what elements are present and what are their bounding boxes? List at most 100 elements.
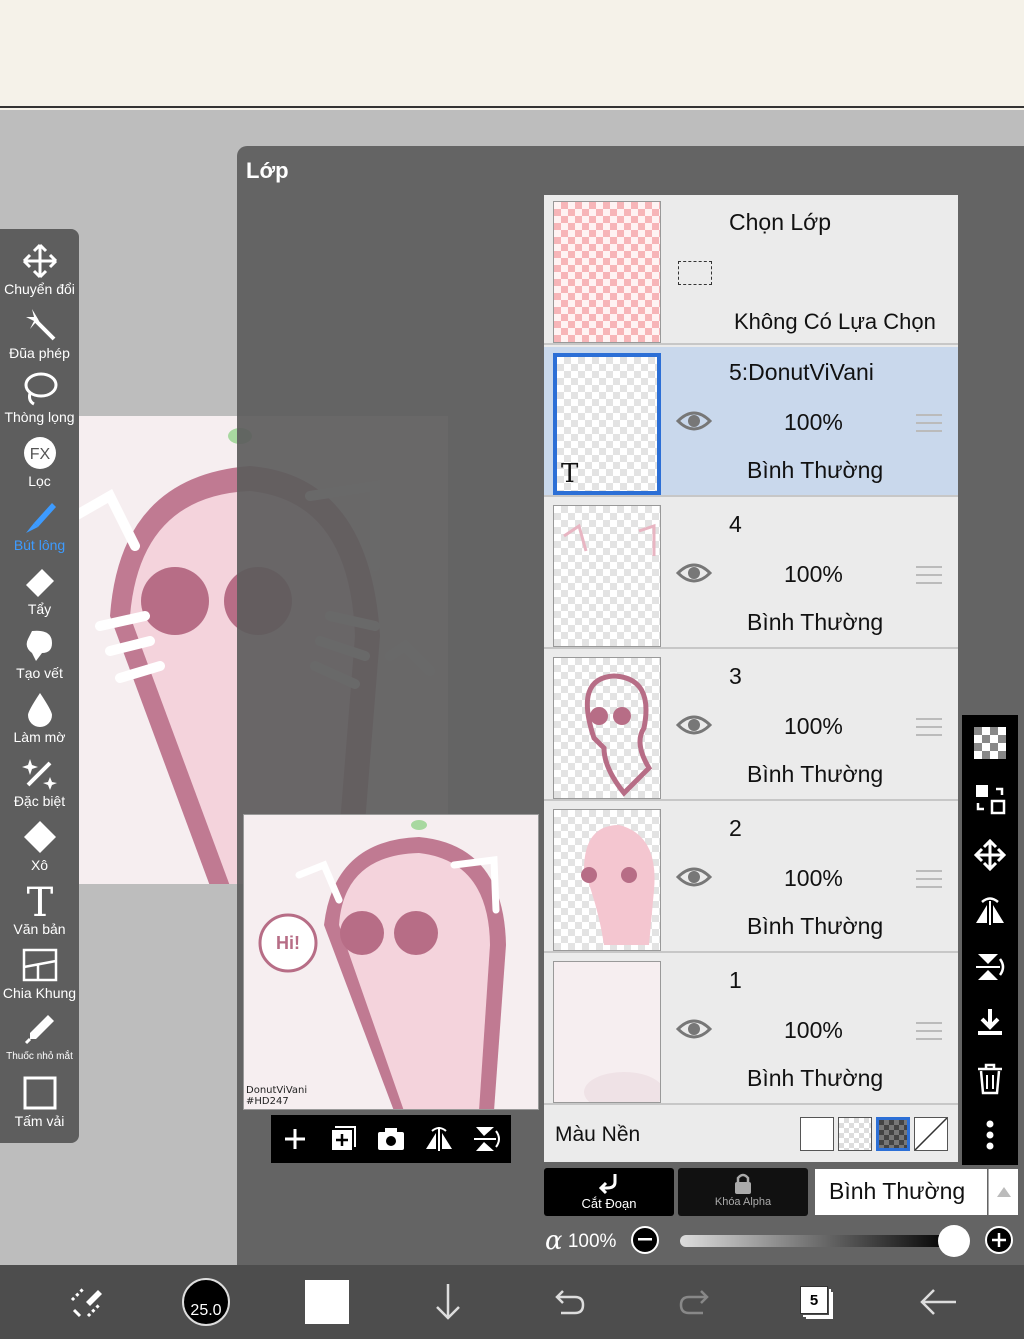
tool-eraser[interactable]: Tẩy: [0, 557, 79, 621]
drag-handle-icon[interactable]: [916, 1021, 942, 1041]
duplicate-layer-button[interactable]: [319, 1115, 367, 1163]
tool-lasso[interactable]: Thòng lọng: [0, 365, 79, 429]
tool-smudge[interactable]: Tạo vết: [0, 621, 79, 685]
tool-bucket[interactable]: Xô: [0, 813, 79, 877]
camera-button[interactable]: [367, 1115, 415, 1163]
layer-name: 5:DonutViVani: [729, 359, 874, 385]
layer-row[interactable]: 3 100% Bình Thường: [544, 651, 958, 801]
layer-thumbnail: [553, 961, 661, 1103]
alpha-slider[interactable]: [680, 1235, 952, 1247]
arrow-down-icon: [436, 1284, 460, 1320]
selection-layer-title: Chọn Lớp: [729, 209, 832, 235]
flip-vertical-icon: [474, 1127, 500, 1151]
tool-magic-wand[interactable]: Đũa phép: [0, 301, 79, 365]
brush-size-button[interactable]: 25.0: [178, 1265, 234, 1339]
eye-icon[interactable]: [676, 713, 712, 737]
tool-transform[interactable]: Chuyển đổi: [0, 237, 79, 301]
bg-light-check-swatch[interactable]: [838, 1117, 872, 1151]
selection-transform-icon: [70, 1286, 102, 1318]
alpha-slider-handle[interactable]: [938, 1225, 970, 1257]
blend-mode-dropdown-arrow[interactable]: [988, 1169, 1018, 1215]
tool-text[interactable]: T Văn bản: [0, 877, 79, 941]
alpha-decrease-button[interactable]: [631, 1226, 659, 1254]
import-button[interactable]: [428, 1265, 468, 1339]
eye-icon[interactable]: [676, 561, 712, 585]
add-layer-button[interactable]: [271, 1115, 319, 1163]
tool-eyedropper[interactable]: Thuốc nhỏ mắt: [0, 1005, 79, 1069]
alpha-symbol: α: [545, 1226, 563, 1256]
move-layer-button[interactable]: [962, 827, 1018, 883]
redo-button[interactable]: [674, 1265, 714, 1339]
tool-blur[interactable]: Làm mờ: [0, 685, 79, 749]
layer-row[interactable]: 2 100% Bình Thường: [544, 803, 958, 953]
flip-vertical-icon: [976, 954, 1005, 980]
brush-size-indicator: 25.0: [182, 1278, 230, 1326]
blend-mode-select[interactable]: Bình Thường: [815, 1169, 987, 1215]
transparency-button[interactable]: [962, 715, 1018, 771]
layer-row[interactable]: 4 100% Bình Thường: [544, 499, 958, 649]
drag-handle-icon[interactable]: [916, 717, 942, 737]
transform-toggle-button[interactable]: [58, 1265, 114, 1339]
blur-icon: [27, 693, 52, 727]
undo-button[interactable]: [550, 1265, 590, 1339]
background-label: Màu Nền: [555, 1123, 641, 1146]
layer-row[interactable]: 1 100% Bình Thường: [544, 955, 958, 1105]
eye-icon[interactable]: [676, 865, 712, 889]
merge-down-icon: [978, 1009, 1002, 1035]
drag-handle-icon[interactable]: [916, 565, 942, 585]
layers-list: Chọn Lớp Không Có Lựa Chọn T 5:DonutViVa…: [544, 195, 958, 1162]
bg-none-swatch[interactable]: [914, 1117, 948, 1151]
eye-icon[interactable]: [676, 409, 712, 433]
tool-canvas[interactable]: Tấm vải: [0, 1069, 79, 1133]
add-copy-icon: [332, 1126, 356, 1150]
layer-thumbnail: T: [553, 353, 661, 495]
alpha-increase-button[interactable]: [985, 1226, 1013, 1254]
background-color-row: Màu Nền: [544, 1107, 958, 1162]
flip-layer-horizontal-button[interactable]: [962, 883, 1018, 939]
flip-layer-vertical-button[interactable]: [962, 939, 1018, 995]
layer-blend-mode: Bình Thường: [747, 457, 884, 483]
flip-horizontal-button[interactable]: [415, 1115, 463, 1163]
minus-icon: [638, 1238, 652, 1241]
layer-blend-mode: Bình Thường: [747, 609, 884, 635]
layer-row[interactable]: T 5:DonutViVani 100% Bình Thường: [544, 347, 958, 497]
arrow-left-icon: [920, 1289, 956, 1315]
drag-handle-icon[interactable]: [916, 869, 942, 889]
drag-handle-icon[interactable]: [916, 413, 942, 433]
tool-label: Thòng lọng: [4, 409, 75, 425]
layers-button[interactable]: 5: [796, 1265, 836, 1339]
tool-label: Văn bản: [13, 921, 66, 937]
current-color-swatch: [305, 1280, 349, 1324]
merge-down-button[interactable]: [962, 995, 1018, 1051]
bg-white-swatch[interactable]: [800, 1117, 834, 1151]
plus-icon: [285, 1129, 305, 1149]
tool-special[interactable]: Đặc biệt: [0, 749, 79, 813]
top-bar: [0, 0, 1024, 108]
back-button[interactable]: [916, 1265, 960, 1339]
tool-filter[interactable]: FX Lọc: [0, 429, 79, 493]
checkerboard-icon: [974, 727, 1006, 759]
delete-layer-button[interactable]: [962, 1051, 1018, 1107]
flip-vertical-button[interactable]: [463, 1115, 511, 1163]
alpha-lock-button[interactable]: Khóa Alpha: [678, 1168, 808, 1216]
canvas-preview[interactable]: Hi! DonutViVani #HD247: [243, 814, 539, 1110]
selection-layer-row[interactable]: Chọn Lớp Không Có Lựa Chọn: [544, 195, 958, 345]
eye-icon[interactable]: [676, 1017, 712, 1041]
layer-blend-mode: Bình Thường: [747, 913, 884, 939]
brush-icon: [25, 503, 56, 533]
move-icon: [22, 243, 57, 279]
more-options-button[interactable]: [962, 1107, 1018, 1163]
frame-divider-icon: [22, 948, 57, 982]
tool-frame-divider[interactable]: Chia Khung: [0, 941, 79, 1005]
credit-line: DonutViVani: [246, 1085, 308, 1096]
bg-dark-check-swatch[interactable]: [876, 1117, 910, 1151]
layer-count-value: 5: [800, 1286, 828, 1314]
color-button[interactable]: [304, 1265, 350, 1339]
credit-line: #HD247: [246, 1096, 289, 1107]
undo-icon: [555, 1290, 585, 1315]
clipping-label: Cắt Đoạn: [581, 1196, 637, 1211]
clipping-button[interactable]: Cắt Đoạn: [544, 1168, 674, 1216]
layer-swap-button[interactable]: [962, 771, 1018, 827]
tool-brush[interactable]: Bút lông: [0, 493, 79, 557]
move-icon: [974, 839, 1006, 871]
